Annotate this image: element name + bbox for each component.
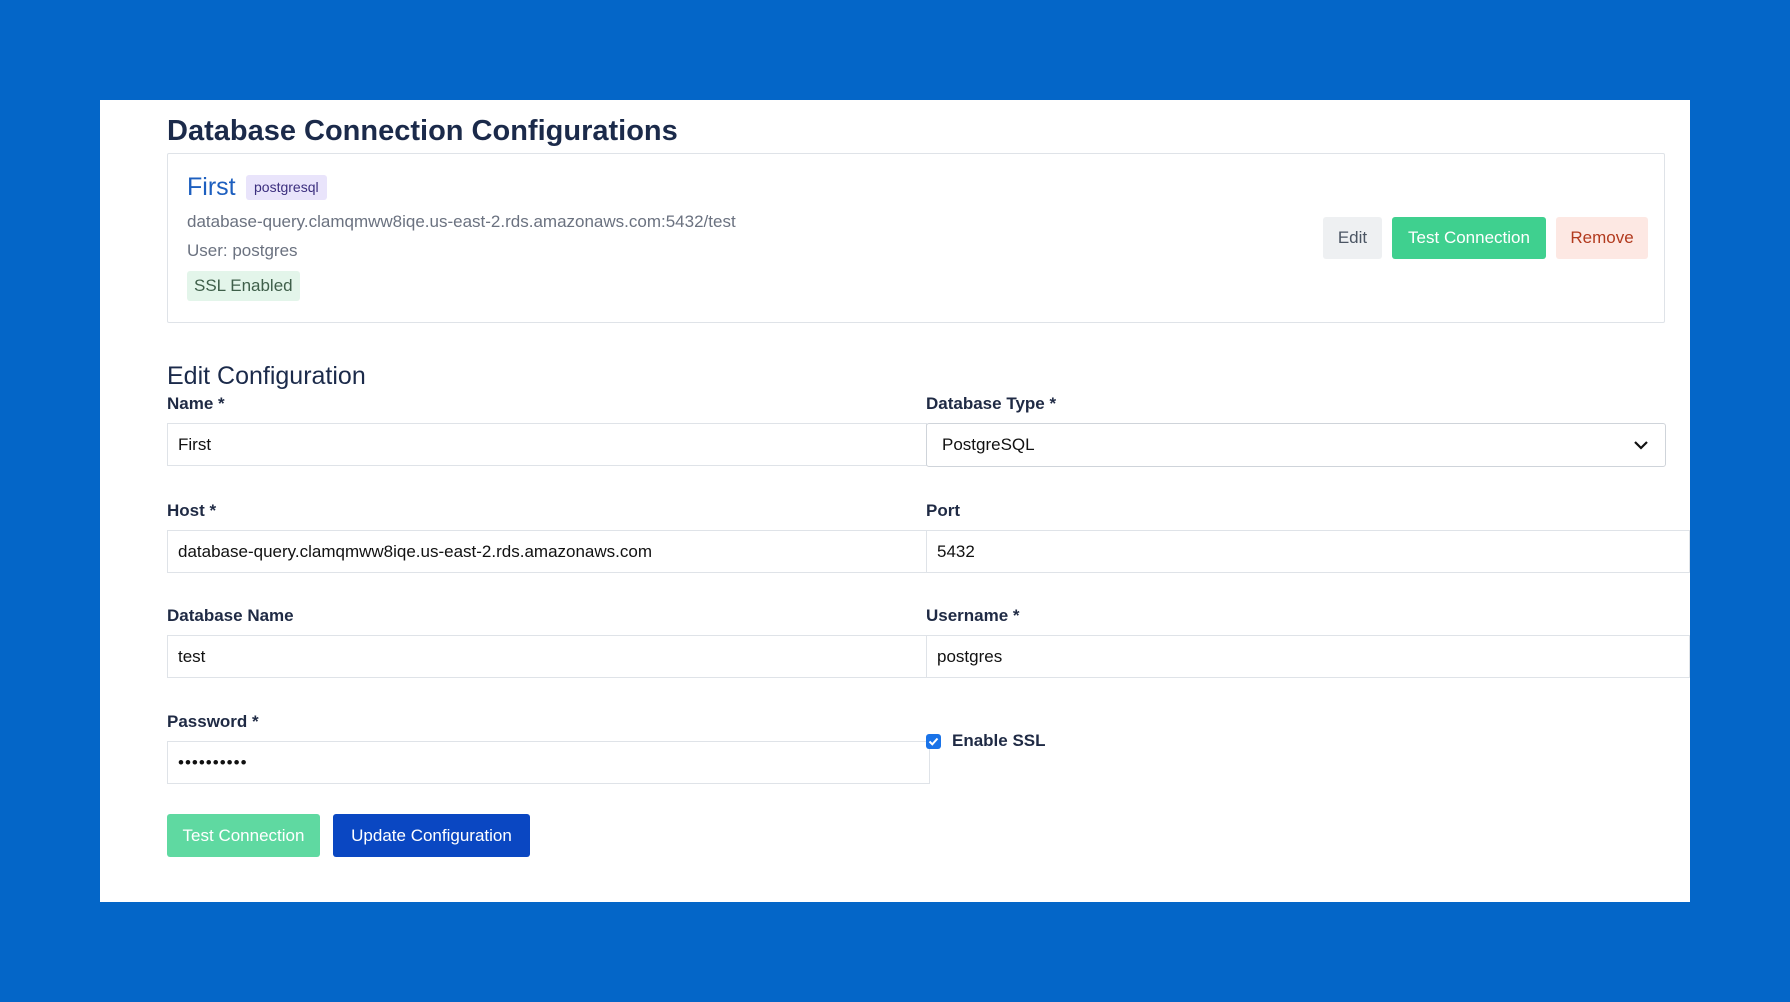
username-label: Username * [926, 606, 1020, 625]
password-label: Password * [167, 712, 259, 731]
form-test-connection-button[interactable]: Test Connection [167, 814, 320, 857]
chevron-down-icon [1632, 436, 1650, 454]
name-label: Name * [167, 394, 225, 413]
database-name-label: Database Name [167, 606, 294, 625]
enable-ssl-row[interactable]: Enable SSL [926, 731, 1046, 751]
host-label: Host * [167, 501, 217, 520]
name-field[interactable] [167, 423, 927, 466]
database-type-select[interactable]: PostgreSQL [926, 423, 1666, 467]
port-field[interactable] [926, 530, 1690, 573]
enable-ssl-label: Enable SSL [952, 731, 1046, 750]
ssl-status-badge: SSL Enabled [187, 271, 300, 301]
edit-configuration-title: Edit Configuration [167, 362, 366, 390]
connection-host: database-query.clamqmww8iqe.us-east-2.rd… [187, 212, 736, 231]
connection-item: First postgresql database-query.clamqmww… [167, 153, 1665, 323]
username-field[interactable] [926, 635, 1690, 678]
page-title: Database Connection Configurations [167, 115, 678, 147]
database-type-value: PostgreSQL [942, 435, 1035, 454]
test-connection-button[interactable]: Test Connection [1392, 217, 1546, 259]
host-field[interactable] [167, 530, 927, 573]
edit-button[interactable]: Edit [1323, 217, 1382, 259]
database-name-field[interactable] [167, 635, 927, 678]
configurations-card: Database Connection Configurations First… [100, 100, 1690, 902]
database-type-label: Database Type * [926, 394, 1057, 413]
connection-name: First [187, 173, 236, 201]
db-type-badge: postgresql [246, 175, 327, 200]
remove-button[interactable]: Remove [1556, 217, 1648, 259]
port-label: Port [926, 501, 960, 520]
enable-ssl-checkbox[interactable] [926, 733, 941, 749]
connection-user: User: postgres [187, 241, 298, 260]
password-field[interactable] [167, 741, 930, 784]
update-configuration-button[interactable]: Update Configuration [333, 814, 530, 857]
